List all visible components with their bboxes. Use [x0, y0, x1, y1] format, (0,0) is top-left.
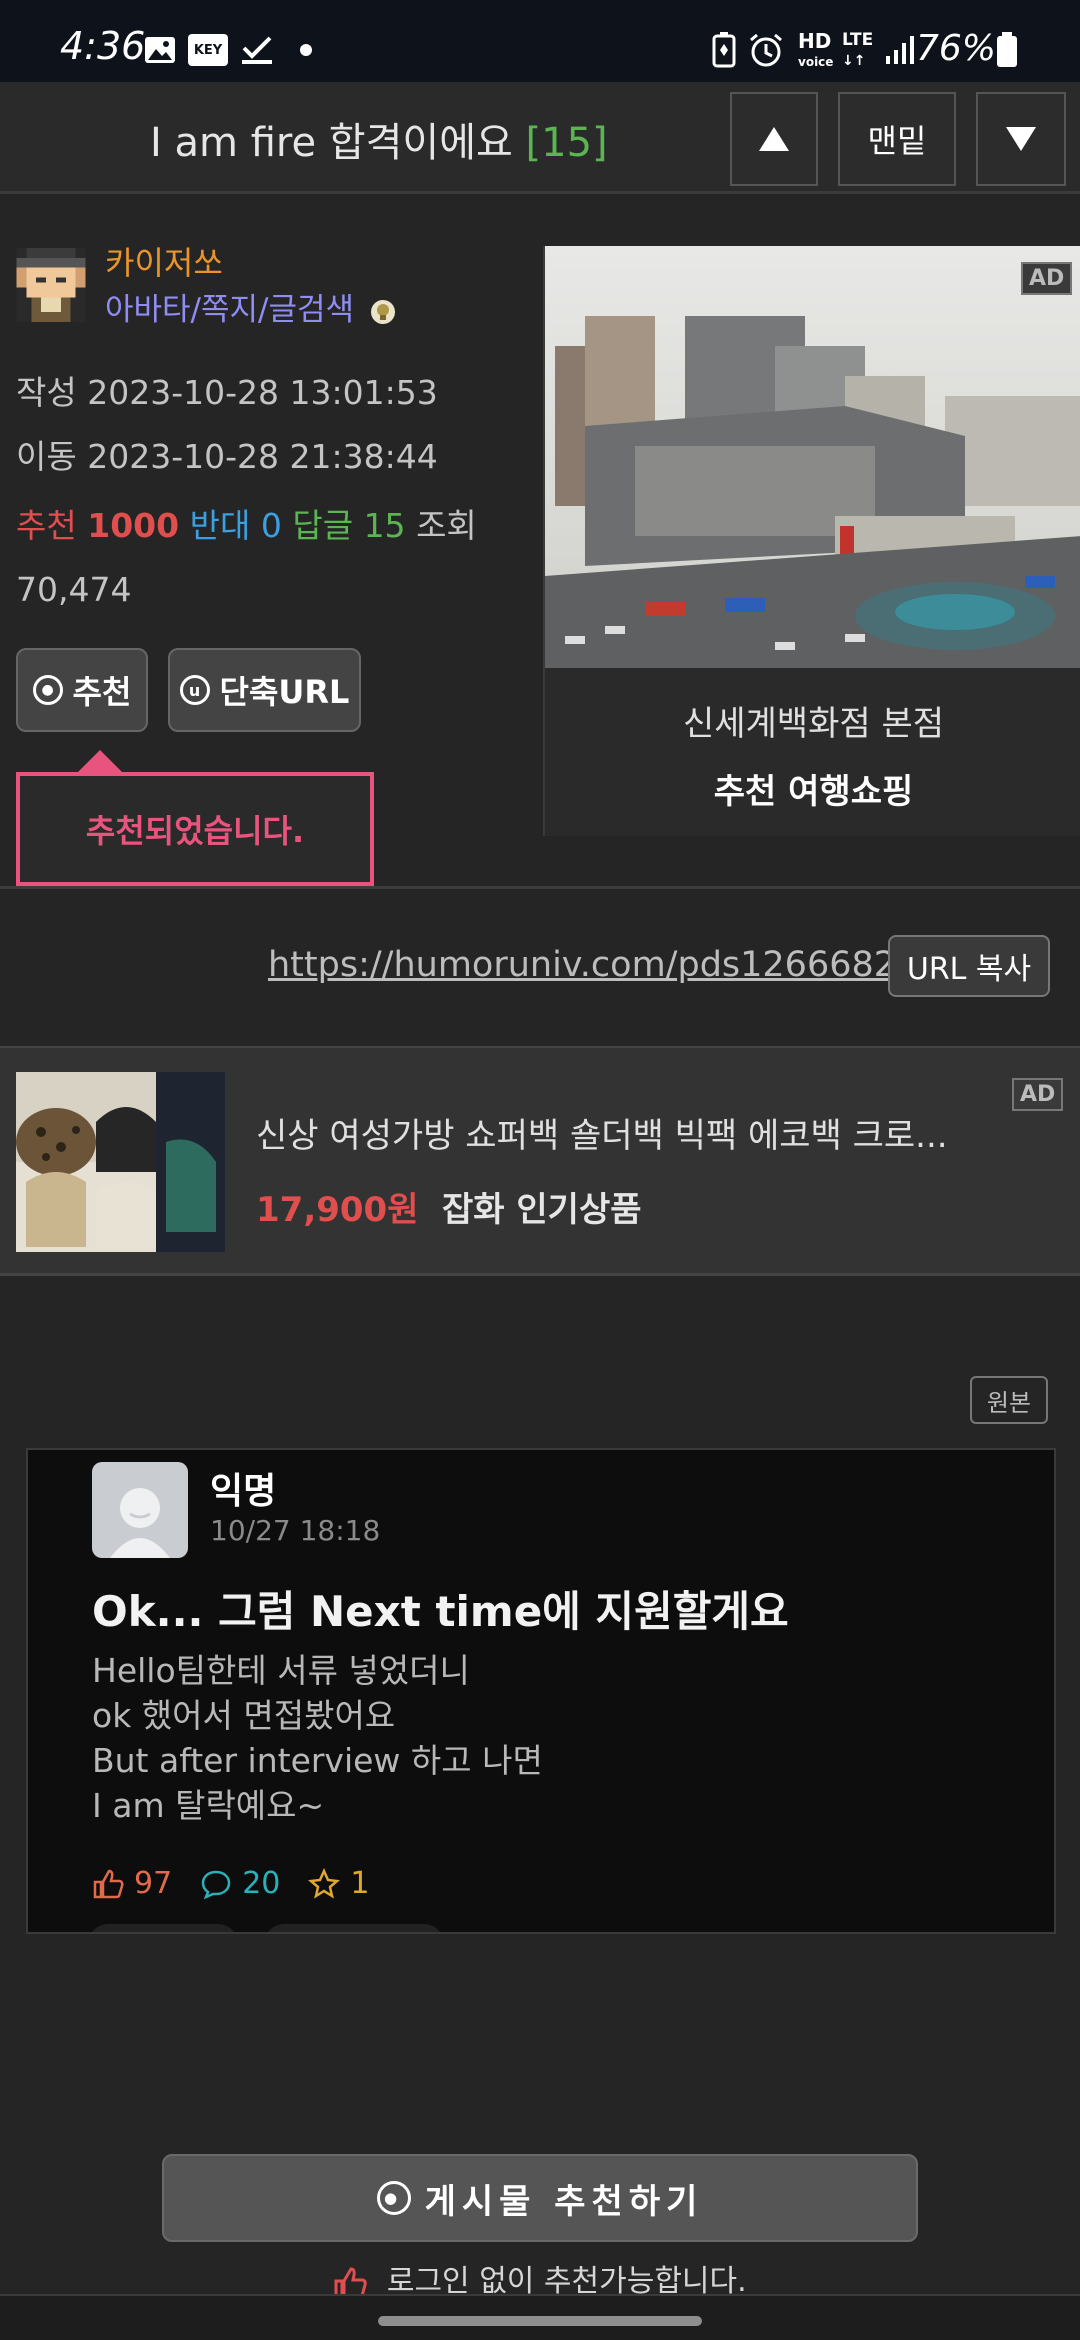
embedded-post-card: 익명 10/27 18:18 Ok... 그럼 Next time에 지원할게요… [26, 1448, 1056, 1934]
product-ad-category: 잡화 인기상품 [442, 1190, 642, 1230]
divider [0, 886, 1080, 889]
status-bar: 4:36 KEY HD voice LTE ↓↑ 76% [0, 0, 1080, 82]
comment-icon [201, 1870, 231, 1899]
hd-label: HD [798, 29, 832, 53]
reply-label: 답글 [292, 506, 354, 545]
url-copy-button[interactable]: URL 복사 [888, 935, 1050, 997]
u-circle-icon: u [179, 675, 210, 705]
author-links[interactable]: 아바타/쪽지/글검색 [105, 284, 396, 329]
written-date: 작성 2023-10-28 13:01:53 [16, 366, 438, 414]
comments-count: 20 [242, 1866, 281, 1901]
stars-count: 1 [350, 1866, 370, 1901]
oppose-label: 반대 [189, 506, 251, 545]
hd-voice-icon: HD voice [798, 29, 834, 71]
moved-label: 이동 [16, 437, 77, 476]
embedded-chip [264, 1924, 444, 1932]
reply-count: [15] [525, 120, 608, 166]
key-icon: KEY [188, 34, 228, 66]
embedded-headline: Ok... 그럼 Next time에 지원할게요 [92, 1587, 789, 1636]
notification-dot-icon [300, 44, 312, 56]
ad-image-department-store[interactable] [545, 246, 1080, 668]
checklist-icon [242, 36, 272, 64]
author-links-text[interactable]: 아바타/쪽지/글검색 [105, 292, 354, 328]
embedded-stats: 97 20 1 [92, 1866, 369, 1901]
recommend-button[interactable]: ● 추천 [16, 648, 148, 732]
recommend-circle-icon: ● [32, 675, 63, 705]
product-ad-title[interactable]: 신상 여성가방 쇼퍼백 숄더백 빅팩 에코백 크로... [256, 1108, 948, 1157]
ad-subtitle[interactable]: 추천 여행쇼핑 [545, 764, 1080, 813]
short-url-label: 단축URL [219, 673, 350, 711]
triangle-up-icon [759, 127, 789, 151]
recommend-button-label: 추천 [72, 673, 132, 711]
recommend-post-label: 게시물 추천하기 [424, 2181, 704, 2222]
moved-date: 이동 2023-10-28 21:38:44 [16, 430, 438, 478]
level-badge-icon [370, 299, 395, 324]
ad-title[interactable]: 신세계백화점 본점 [545, 696, 1080, 745]
moved-value: 2023-10-28 21:38:44 [87, 437, 438, 476]
views-count: 70,474 [16, 570, 132, 609]
gallery-icon [145, 37, 175, 63]
ad-badge: AD [1021, 262, 1073, 295]
short-url-button[interactable]: u 단축URL [168, 648, 361, 732]
oppose-count: 0 [260, 506, 282, 545]
recommend-label: 추천 [16, 506, 77, 545]
embedded-body-line: But after interview 하고 나면 [92, 1741, 543, 1780]
author-name[interactable]: 카이저쏘 [105, 238, 223, 284]
voice-label: voice [798, 55, 834, 69]
battery-saver-icon [712, 32, 736, 68]
post-title: I am fire 합격이에요 [15] [150, 110, 608, 168]
embedded-body: Hello팀한테 서류 넣었더니 ok 했어서 면접봤어요 But after … [92, 1648, 543, 1828]
product-ad-badge: AD [1012, 1078, 1064, 1111]
recommend-post-button[interactable]: ● 게시물 추천하기 [162, 2154, 918, 2242]
embedded-body-line: Hello팀한테 서류 넣었더니 [92, 1651, 470, 1690]
anonymous-avatar-icon [92, 1462, 188, 1558]
post-title-text: I am fire 합격이에요 [150, 120, 513, 166]
embedded-body-line: I am 탈락예요~ [92, 1786, 325, 1825]
product-ad[interactable]: AD 신상 여성가방 쇼퍼백 숄더백 빅팩 에코백 크로... 17,900원 … [0, 1046, 1080, 1276]
signal-icon [886, 36, 914, 64]
system-nav-bar [0, 2294, 1080, 2340]
written-label: 작성 [16, 373, 77, 412]
go-bottom-button[interactable]: 맨밑 [838, 92, 956, 186]
author-avatar[interactable] [16, 248, 86, 322]
ad-banner-right[interactable]: AD 신세계백화점 본점 추천 여행쇼핑 [543, 246, 1080, 836]
alarm-icon [750, 33, 782, 67]
recommend-count: 1000 [87, 506, 180, 545]
recommended-tooltip: 추천되었습니다. [16, 772, 374, 886]
views-label: 조회 [416, 506, 477, 545]
post-stats: 추천 1000 반대 0 답글 15 조회 70,474 [16, 494, 536, 622]
lte-label: LTE [842, 30, 874, 50]
clock: 4:36 [60, 24, 146, 68]
tooltip-arrow [76, 750, 124, 774]
scroll-down-button[interactable] [976, 92, 1066, 186]
recommend-circle-icon: ● [376, 2181, 411, 2215]
likes-count: 97 [134, 1866, 173, 1901]
home-gesture-bar[interactable] [378, 2316, 702, 2326]
battery-percent: 76% [915, 28, 996, 69]
product-ad-price: 17,900원 [256, 1190, 419, 1230]
lte-icon: LTE ↓↑ [842, 30, 874, 69]
embedded-chip [88, 1924, 238, 1932]
star-icon [308, 1867, 341, 1899]
scroll-up-button[interactable] [730, 92, 818, 186]
embedded-date: 10/27 18:18 [210, 1514, 381, 1547]
written-value: 2023-10-28 13:01:53 [87, 373, 438, 412]
battery-icon [997, 32, 1017, 67]
embedded-user: 익명 [210, 1471, 277, 1512]
reply-count-meta: 15 [363, 506, 406, 545]
original-button[interactable]: 원본 [970, 1376, 1048, 1424]
embedded-body-line: ok 했어서 면접봤어요 [92, 1696, 396, 1735]
thumbs-up-icon [93, 1869, 124, 1898]
post-title-bar: I am fire 합격이에요 [15] 맨밑 [0, 82, 1080, 194]
post-url-link[interactable]: https://humoruniv.com/pds1266682 [268, 945, 896, 985]
product-ad-image-bags[interactable] [16, 1072, 225, 1252]
triangle-down-icon [1006, 127, 1036, 151]
